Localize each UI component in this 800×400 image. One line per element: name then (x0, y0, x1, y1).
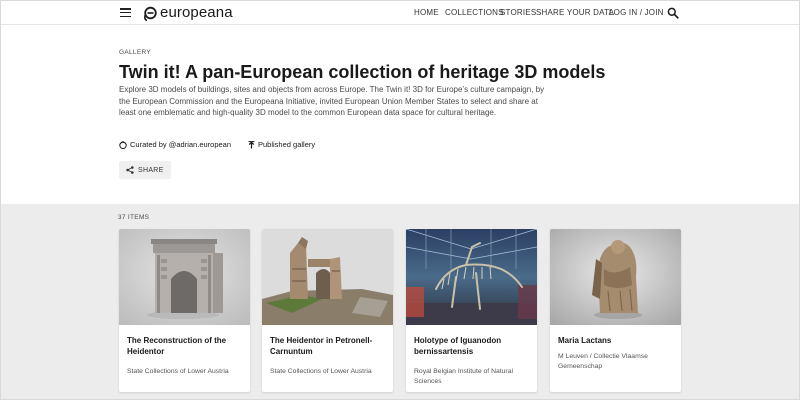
item-card[interactable]: The Reconstruction of the Heidentor Stat… (119, 229, 250, 392)
item-thumbnail (406, 229, 537, 325)
gallery-header: GALLERY Twin it! A pan-European collecti… (1, 26, 799, 204)
nav-home[interactable]: HOME (414, 8, 439, 17)
share-icon (126, 166, 134, 174)
site-header: europeana HOME COLLECTIONS STORIES SHARE… (1, 1, 799, 25)
share-button[interactable]: SHARE (119, 161, 171, 179)
page-title: Twin it! A pan-European collection of he… (119, 62, 606, 82)
nav-stories[interactable]: STORIES (500, 8, 536, 17)
item-provider: State Collections of Lower Austria (270, 368, 372, 375)
publish-status: Published gallery (248, 140, 315, 149)
status-label: Published gallery (258, 140, 316, 149)
iguanodon-image (406, 229, 537, 325)
heidentor-reconstruction-image (119, 229, 250, 325)
item-thumbnail (262, 229, 393, 325)
europeana-logo-icon (144, 6, 157, 21)
nav-collections[interactable]: COLLECTIONS (445, 8, 504, 17)
curator-icon (119, 140, 127, 149)
item-thumbnail (550, 229, 681, 325)
hamburger-menu-icon[interactable] (120, 8, 131, 18)
item-title: Holotype of Iguanodon bernissartensis (414, 336, 502, 356)
item-title: The Heidentor in Petronell-Carnuntum (270, 336, 373, 356)
item-provider: Royal Belgian Institute of Natural Scien… (414, 368, 513, 385)
items-section: 37 ITEMS The Reconstruction of the Heide… (1, 204, 799, 399)
heidentor-ruin-image (262, 229, 393, 325)
curated-by-link[interactable]: Curated by @adrian.european (130, 140, 231, 149)
gallery-eyebrow: GALLERY (119, 49, 151, 56)
search-icon[interactable] (667, 7, 679, 19)
nav-login-join[interactable]: LOG IN / JOIN (609, 8, 664, 17)
item-provider: M Leuven / Collectie Vlaamse Gemeenschap (558, 353, 648, 370)
item-thumbnail (119, 229, 250, 325)
item-card[interactable]: Maria Lactans M Leuven / Collectie Vlaam… (550, 229, 681, 392)
item-count: 37 ITEMS (118, 214, 150, 221)
nav-share-your-data[interactable]: SHARE YOUR DATA (536, 8, 614, 17)
gallery-description: Explore 3D models of buildings, sites an… (119, 85, 545, 117)
item-provider: State Collections of Lower Austria (127, 368, 229, 375)
europeana-logo[interactable]: europeana (143, 4, 233, 22)
item-title: The Reconstruction of the Heidentor (127, 336, 227, 356)
logo-text: europeana (160, 4, 233, 21)
item-title: Maria Lactans (558, 336, 612, 345)
maria-lactans-image (550, 229, 681, 325)
curator-info: Curated by @adrian.european (119, 140, 231, 149)
item-card[interactable]: The Heidentor in Petronell-Carnuntum Sta… (262, 229, 393, 392)
share-label: SHARE (138, 166, 164, 174)
upload-icon (248, 140, 255, 148)
item-card[interactable]: Holotype of Iguanodon bernissartensis Ro… (406, 229, 537, 392)
